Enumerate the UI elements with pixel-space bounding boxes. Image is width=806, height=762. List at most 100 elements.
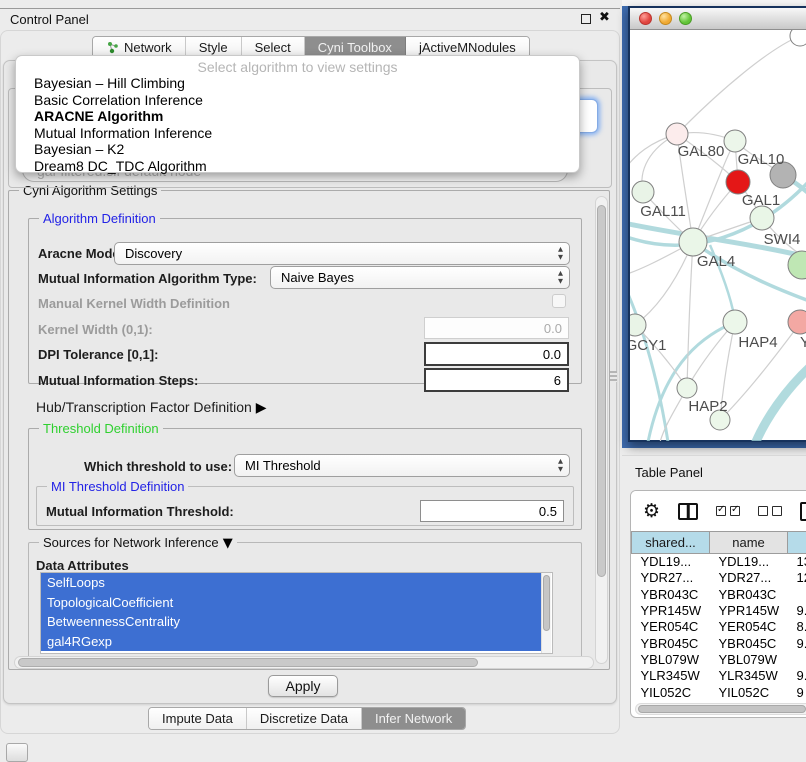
mi-threshold-title: MI Threshold Definition [47,479,188,494]
apply-button[interactable]: Apply [268,675,338,697]
label-gal80: GAL80 [678,143,725,160]
which-threshold-combo[interactable]: MI Threshold ▲▼ [234,454,570,477]
data-attributes-label: Data Attributes [36,558,129,573]
label-gal1: GAL1 [742,192,780,209]
node-unlabeled-top[interactable] [790,30,806,46]
dpi-tolerance-field[interactable] [424,342,569,366]
network-canvas[interactable]: GAL80 GAL10 GAL1 GAL11 SWI4 GAL4 GCY1 HA… [630,30,806,441]
menu-item-mutual-information[interactable]: Mutual Information Inference [16,125,579,142]
float-window-icon[interactable] [581,14,591,24]
menu-item-bayesian-k2[interactable]: Bayesian – K2 [16,141,579,158]
mi-threshold-field[interactable] [420,500,564,522]
label-gcy1: GCY1 [630,337,666,354]
tab-network-label: Network [124,40,172,55]
mi-steps-field[interactable] [424,368,569,392]
settings-horizontal-scrollbar[interactable] [14,656,594,669]
table-row[interactable]: YDL19...YDL19...13 [632,554,806,570]
table-row[interactable]: YBR043CYBR043C [632,586,806,602]
kernel-width-field[interactable] [424,317,569,339]
collapse-down-icon: ▼ [219,536,233,551]
threshold-definition-title: Threshold Definition [39,421,163,436]
manual-kernel-label: Manual Kernel Width Definition [38,296,230,311]
algorithm-definition-title: Algorithm Definition [39,211,160,226]
close-traffic-light-icon[interactable] [639,12,652,25]
dropdown-prompt: Select algorithm to view settings [16,56,579,75]
label-swi4: SWI4 [764,231,801,248]
node-gal80[interactable] [666,123,688,145]
node-gal4[interactable] [679,228,707,256]
table-row[interactable]: YIL052CYIL052C9 [632,684,806,700]
column-header-partial[interactable]: A [788,532,806,554]
node-swi4[interactable] [750,206,774,230]
minimize-traffic-light-icon[interactable] [659,12,672,25]
table-toolbar: ⚙ [631,491,806,531]
label-gal11: GAL11 [640,203,686,220]
table-row[interactable]: YPR145WYPR145W9. [632,602,806,618]
node-salmon[interactable] [788,310,806,334]
expand-right-icon: ▶ [256,400,267,416]
node-gal11[interactable] [632,181,654,203]
settings-vertical-scrollbar[interactable] [595,196,608,664]
select-all-columns-icon[interactable] [716,506,740,516]
table-row[interactable]: YER054CYER054C8. [632,619,806,635]
gear-icon[interactable]: ⚙ [643,502,660,521]
node-hap4[interactable] [723,310,747,334]
sources-title[interactable]: Sources for Network Inference ▼ [39,535,237,551]
data-attributes-list[interactable]: SelfLoops TopologicalCoefficient Between… [40,572,553,654]
table-row[interactable]: YBR045CYBR045C9. [632,635,806,651]
control-panel-top-border [0,8,620,9]
deselect-all-columns-icon[interactable] [758,506,782,516]
node-gal10[interactable] [724,130,746,152]
list-item-gal4rgexp[interactable]: gal4RGexp [41,632,541,652]
label-gal4: GAL4 [697,253,735,270]
control-panel-title: Control Panel [10,12,89,27]
new-table-icon[interactable] [800,502,806,521]
column-header-name[interactable]: name [710,532,788,554]
zoom-traffic-light-icon[interactable] [679,12,692,25]
list-item-selfloops[interactable]: SelfLoops [41,573,541,593]
aracne-mode-combo[interactable]: Discovery ▲▼ [114,242,570,265]
mi-steps-label: Mutual Information Steps: [38,373,198,388]
table-row[interactable]: YDR27...YDR27...12 [632,570,806,586]
kernel-width-label: Kernel Width (0,1): [38,322,153,337]
list-item-betweennesscentrality[interactable]: BetweennessCentrality [41,612,541,632]
table-row[interactable]: YLR345WYLR345W9. [632,668,806,684]
node-hap2[interactable] [677,378,697,398]
column-header-shared[interactable]: shared... [632,532,710,554]
split-columns-icon[interactable] [678,503,698,520]
aracne-mode-label: Aracne Mode: [38,246,124,261]
node-gal1-selected[interactable] [726,170,750,194]
table-horizontal-scrollbar[interactable] [635,703,806,715]
label-y-partial: Y [800,334,806,351]
close-icon[interactable]: ✖ [599,10,610,25]
network-graph[interactable]: GAL80 GAL10 GAL1 GAL11 SWI4 GAL4 GCY1 HA… [630,30,806,441]
table-panel-title: Table Panel [635,465,703,480]
manual-kernel-checkbox[interactable] [552,294,566,308]
list-item-topologicalcoefficient[interactable]: TopologicalCoefficient [41,593,541,613]
table-panel: ⚙ shared... name A YDL19...YDL19...13 YD… [630,490,806,718]
tab-infer-network[interactable]: Infer Network [362,708,465,729]
tab-discretize-data[interactable]: Discretize Data [247,708,362,729]
node-table: shared... name A YDL19...YDL19...13 YDR2… [631,531,806,700]
menu-item-dream8[interactable]: Dream8 DC_TDC Algorithm [16,158,579,175]
minimized-panel-icon[interactable] [6,743,28,762]
menu-item-aracne[interactable]: ARACNE Algorithm [16,108,579,125]
cyni-bottom-tabs: Impute Data Discretize Data Infer Networ… [148,707,466,730]
algorithm-dropdown-menu: Select algorithm to view settings Bayesi… [15,55,580,173]
table-header-row: shared... name A [632,532,806,554]
stepper-icon: ▲▼ [558,457,563,473]
mi-type-combo[interactable]: Naive Bayes ▲▼ [270,266,570,289]
attributes-scrollbar[interactable] [541,573,551,653]
panel-splitter[interactable] [610,371,617,382]
tab-impute-data[interactable]: Impute Data [149,708,247,729]
stepper-icon: ▲▼ [558,245,563,261]
network-window[interactable]: GAL80 GAL10 GAL1 GAL11 SWI4 GAL4 GCY1 HA… [628,6,806,442]
mi-threshold-label: Mutual Information Threshold: [46,504,234,519]
app-root: { "control_panel": { "title": "Control P… [0,0,806,762]
menu-item-basic-correlation[interactable]: Basic Correlation Inference [16,92,579,109]
table-row[interactable]: YBL079WYBL079W [632,651,806,667]
menu-item-bayesian-hill-climbing[interactable]: Bayesian – Hill Climbing [16,75,579,92]
hub-definition-toggle[interactable]: Hub/Transcription Factor Definition ▶ [36,399,266,416]
dpi-tolerance-label: DPI Tolerance [0,1]: [38,347,158,362]
network-window-titlebar[interactable] [630,8,806,30]
